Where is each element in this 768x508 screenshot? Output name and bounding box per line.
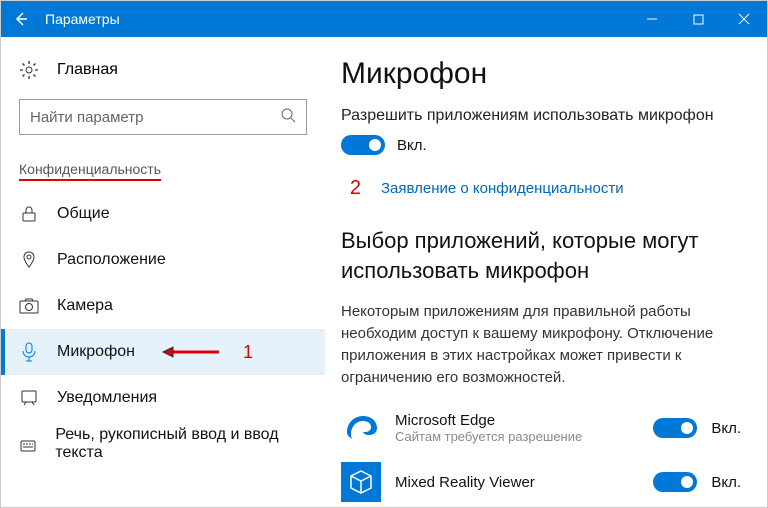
section-label-text: Конфиденциальность <box>19 161 161 181</box>
sidebar-item-label: Камера <box>57 297 113 315</box>
sidebar-item-label: Речь, рукописный ввод и ввод текста <box>55 426 307 462</box>
gear-icon <box>19 60 39 80</box>
app-toggle-state: Вкл. <box>711 420 741 437</box>
close-icon <box>738 13 750 25</box>
app-name: Mixed Reality Viewer <box>395 474 639 491</box>
sidebar-item-microphone[interactable]: Микрофон 1 <box>1 329 325 375</box>
sidebar-item-label: Микрофон <box>57 343 135 361</box>
edge-icon <box>341 408 381 448</box>
sidebar-item-notifications[interactable]: Уведомления <box>1 375 325 421</box>
sidebar-item-label: Общие <box>57 205 110 223</box>
sidebar-item-label: Уведомления <box>57 389 157 407</box>
minimize-icon <box>646 13 658 25</box>
location-icon <box>19 250 39 270</box>
app-toggle-edge[interactable] <box>653 418 697 438</box>
search-placeholder: Найти параметр <box>30 109 280 126</box>
search-input[interactable]: Найти параметр <box>19 99 307 135</box>
camera-icon <box>19 296 39 316</box>
sidebar-item-location[interactable]: Расположение <box>1 237 325 283</box>
sidebar: Главная Найти параметр Конфиденциальност… <box>1 37 325 507</box>
allow-apps-toggle-state: Вкл. <box>397 137 427 154</box>
titlebar: Параметры <box>1 1 767 37</box>
sidebar-item-speech-inking-typing[interactable]: Речь, рукописный ввод и ввод текста <box>1 421 325 467</box>
notifications-icon <box>19 388 39 408</box>
annotation-index-2: 2 <box>341 177 361 200</box>
app-row-edge: Microsoft Edge Сайтам требуется разрешен… <box>341 408 741 448</box>
window-body: Главная Найти параметр Конфиденциальност… <box>1 37 767 507</box>
sidebar-items: Общие Расположение Камера <box>1 191 325 467</box>
choose-apps-heading: Выбор приложений, которые могут использо… <box>341 226 741 285</box>
privacy-statement-link[interactable]: Заявление о конфиденциальности <box>381 180 624 197</box>
minimize-button[interactable] <box>629 1 675 37</box>
annotation-index-1: 1 <box>243 342 253 363</box>
settings-window: Параметры Главная Найти параметр <box>0 0 768 508</box>
close-button[interactable] <box>721 1 767 37</box>
annotation-arrow-1 <box>161 345 221 359</box>
app-toggle-state: Вкл. <box>711 474 741 491</box>
home-nav[interactable]: Главная <box>1 49 325 91</box>
sidebar-item-general[interactable]: Общие <box>1 191 325 237</box>
privacy-link-row: 2 Заявление о конфиденциальности <box>341 177 741 200</box>
back-button[interactable] <box>1 1 41 37</box>
app-subtext: Сайтам требуется разрешение <box>395 429 639 444</box>
allow-apps-toggle[interactable] <box>341 135 385 155</box>
allow-apps-toggle-row: Вкл. <box>341 135 741 155</box>
microphone-icon <box>19 342 39 362</box>
app-name: Microsoft Edge <box>395 412 639 429</box>
window-title: Параметры <box>41 11 629 27</box>
app-row-mixed-reality: Mixed Reality Viewer Вкл. <box>341 462 741 502</box>
lock-icon <box>19 204 39 224</box>
page-title: Микрофон <box>341 57 741 91</box>
sidebar-item-label: Расположение <box>57 251 166 269</box>
home-label: Главная <box>57 61 118 79</box>
maximize-button[interactable] <box>675 1 721 37</box>
speech-icon <box>19 434 37 454</box>
section-label: Конфиденциальность <box>19 161 307 181</box>
app-toggle-mixed-reality[interactable] <box>653 472 697 492</box>
main-pane: Микрофон Разрешить приложениям использов… <box>325 37 767 507</box>
allow-apps-label: Разрешить приложениям использовать микро… <box>341 107 741 125</box>
sidebar-item-camera[interactable]: Камера <box>1 283 325 329</box>
back-arrow-icon <box>13 11 29 27</box>
mixed-reality-icon <box>341 462 381 502</box>
search-icon <box>280 107 296 127</box>
maximize-icon <box>693 14 704 25</box>
choose-apps-description: Некоторым приложениям для правильной раб… <box>341 301 741 388</box>
